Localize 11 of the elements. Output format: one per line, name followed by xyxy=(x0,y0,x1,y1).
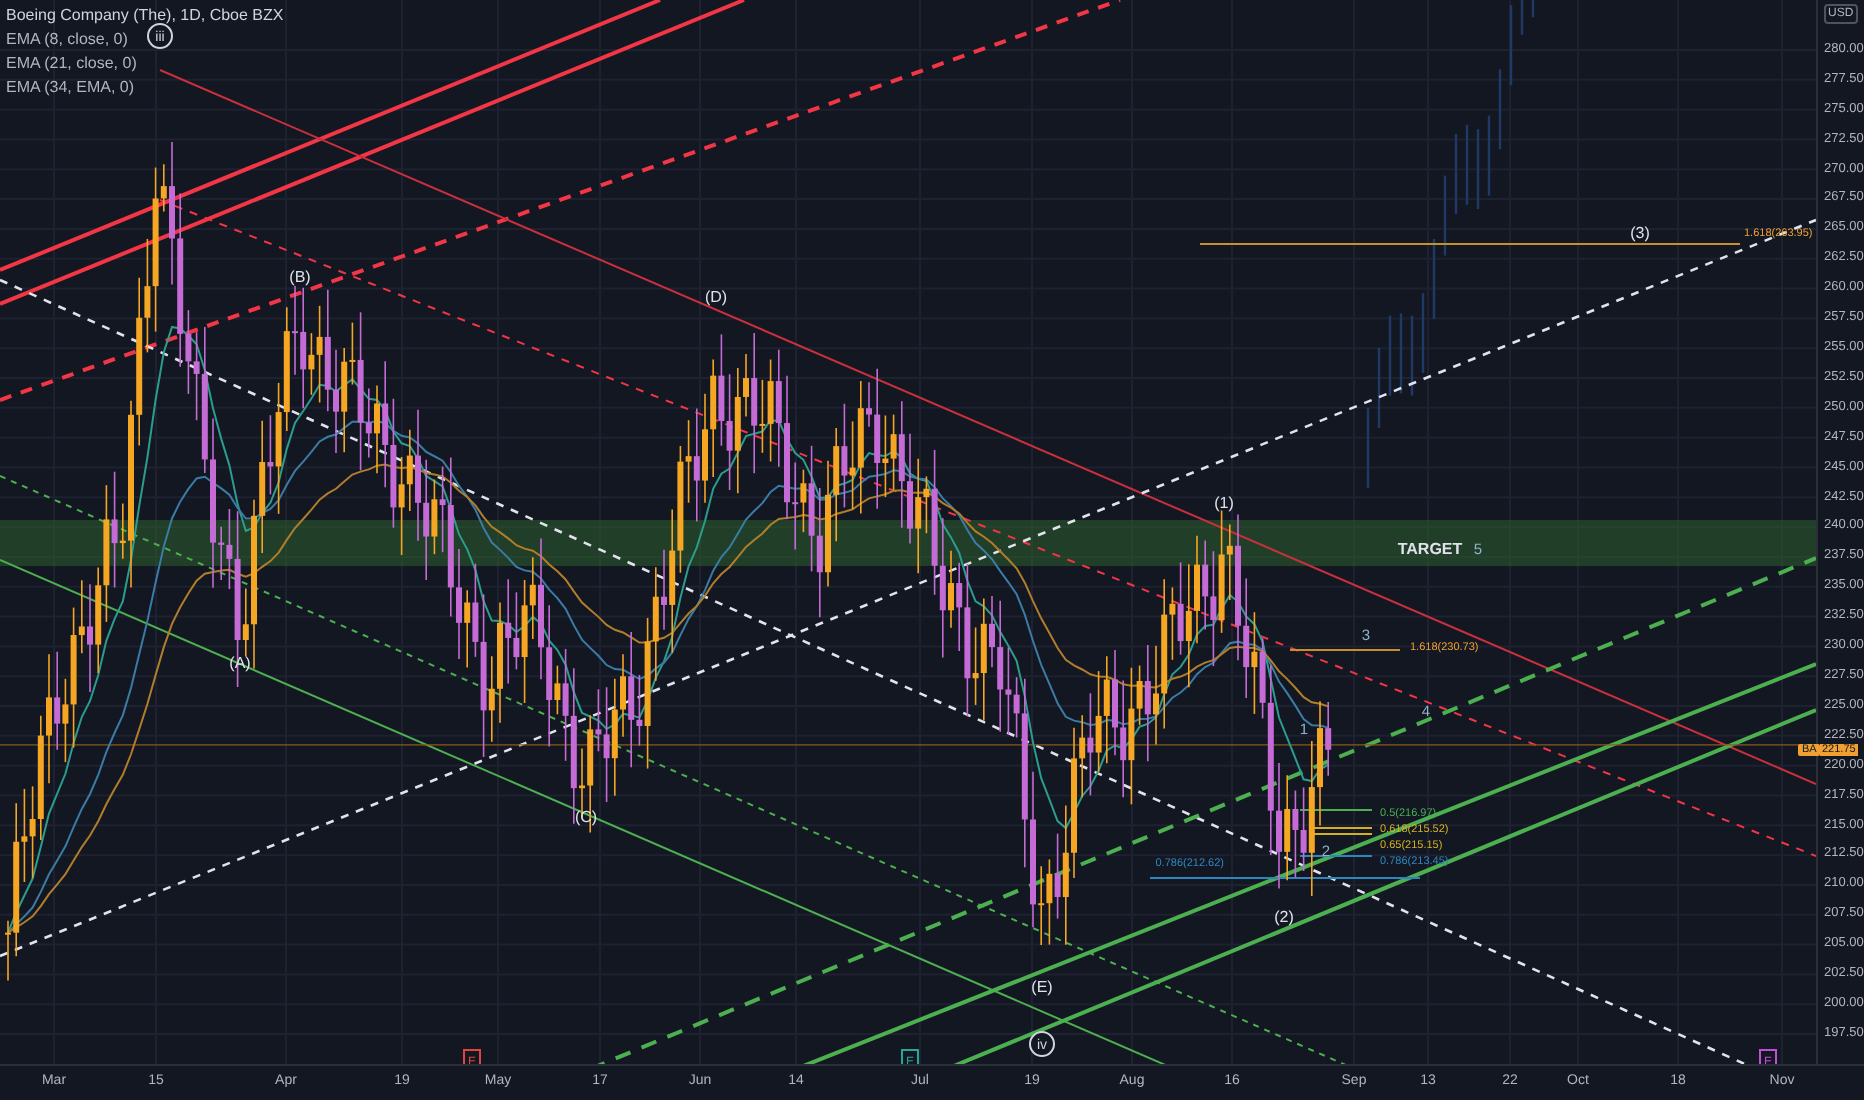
wave-label: (B) xyxy=(289,268,311,286)
wave-label: (E) xyxy=(1031,978,1053,996)
indicator-label: EMA (21, close, 0) xyxy=(6,54,137,74)
indicator-label: EMA (8, close, 0) xyxy=(6,30,128,50)
wave-label: (D) xyxy=(704,288,728,306)
wave-label: (1) xyxy=(1214,494,1234,512)
indicator-label: EMA (34, EMA, 0) xyxy=(6,78,135,98)
symbol-title: Boeing Company (The), 1D, Cboe BZX xyxy=(6,6,284,26)
wave-label: (2) xyxy=(1274,908,1294,926)
wave-label: (3) xyxy=(1630,224,1650,242)
target-label: TARGET xyxy=(1397,540,1463,558)
